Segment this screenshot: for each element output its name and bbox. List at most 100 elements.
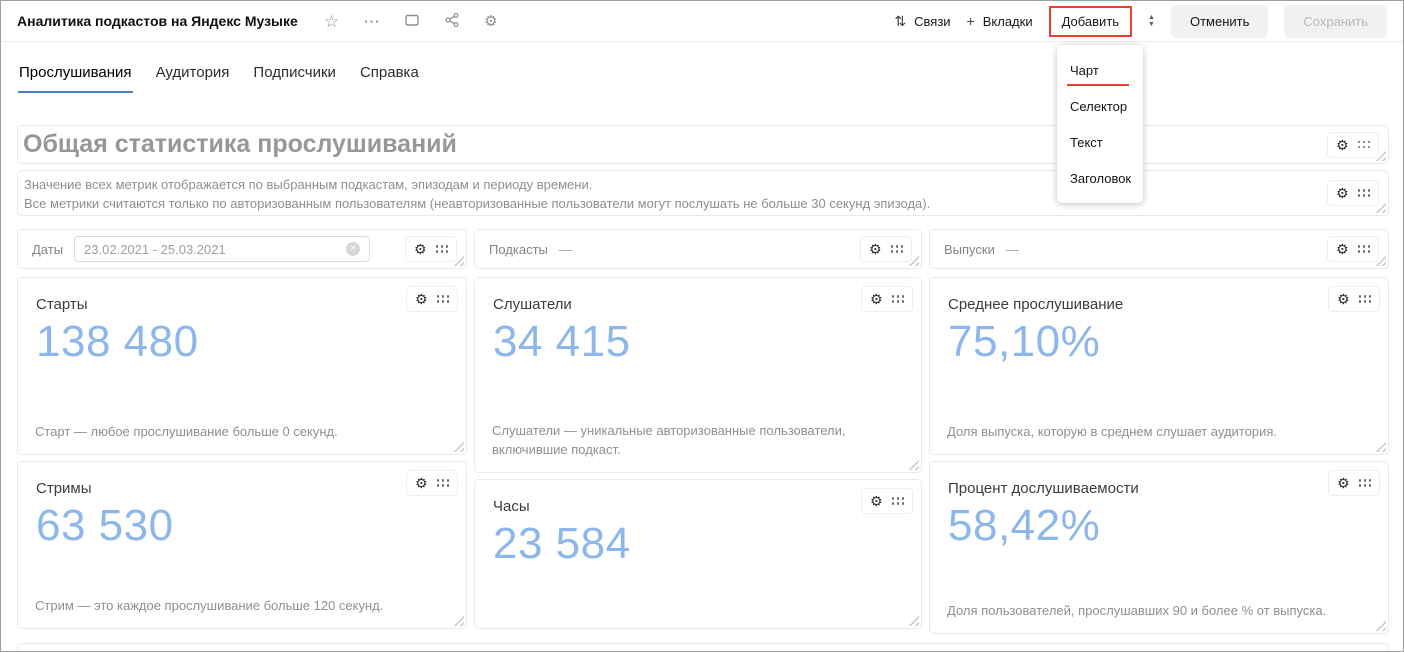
gear-icon[interactable]: ⚙ (414, 242, 427, 256)
metric-caption: Доля выпуска, которую в среднем слушает … (947, 422, 1362, 441)
episodes-value[interactable]: — (1006, 242, 1019, 257)
resize-handle[interactable] (453, 441, 464, 452)
gear-icon[interactable]: ⚙ (1336, 186, 1349, 200)
title-widget: Общая статистика прослушиваний ⚙ (17, 125, 1389, 164)
metric-card-starts: ⚙ Старты 138 480 Старт — любое прослушив… (17, 277, 467, 455)
plus-icon: + (967, 13, 975, 29)
dashboard-tabs: Прослушивания Аудитория Подписчики Справ… (1, 42, 1403, 98)
clear-icon[interactable]: × (346, 242, 360, 256)
drag-handle-icon[interactable] (1358, 141, 1371, 149)
menu-item-chart-label: Чарт (1070, 63, 1099, 78)
menu-item-chart[interactable]: Чарт (1057, 52, 1143, 88)
tab-audience[interactable]: Аудитория (155, 48, 231, 93)
metric-caption: Доля пользователей, прослушавших 90 и бо… (947, 601, 1362, 620)
partial-widget (17, 643, 1389, 652)
drag-handle-icon[interactable] (1359, 479, 1372, 487)
description-text: Значение всех метрик отображается по выб… (18, 171, 1388, 217)
selector-dates: Даты 23.02.2021 - 25.03.2021 × (18, 230, 466, 268)
gear-icon[interactable]: ⚙ (415, 292, 428, 306)
links-button[interactable]: ⇅ Связи (894, 13, 950, 30)
cancel-button[interactable]: Отменить (1171, 5, 1268, 38)
drag-handle-icon[interactable] (1358, 189, 1371, 197)
date-range-input[interactable]: 23.02.2021 - 25.03.2021 × (74, 236, 370, 262)
widget-actions: ⚙ (1327, 132, 1379, 158)
resize-handle[interactable] (1375, 441, 1386, 452)
menu-item-selector-label: Селектор (1070, 99, 1127, 114)
dashboard-heading: Общая статистика прослушиваний (18, 126, 1388, 162)
selector-dates-widget: Даты 23.02.2021 - 25.03.2021 × ⚙ (17, 229, 467, 269)
gear-icon[interactable]: ⚙ (1337, 476, 1350, 490)
resize-handle[interactable] (908, 615, 919, 626)
metric-value: 138 480 (36, 316, 199, 368)
metric-card-listeners: ⚙ Слушатели 34 415 Слушатели — уникальны… (474, 277, 922, 473)
add-tabs-button[interactable]: + Вкладки (967, 13, 1033, 29)
selector-podcasts: Подкасты — (475, 230, 921, 268)
metric-title: Слушатели (493, 296, 572, 313)
gear-icon[interactable]: ⚙ (1337, 292, 1350, 306)
metric-value: 75,10% (948, 316, 1100, 368)
links-label: Связи (914, 14, 950, 29)
drag-handle-icon[interactable] (892, 295, 905, 303)
drag-handle-icon[interactable] (891, 245, 904, 253)
resize-handle[interactable] (453, 615, 464, 626)
gear-icon[interactable]: ⚙ (870, 292, 883, 306)
podcasts-value[interactable]: — (559, 242, 572, 257)
caret-up-icon: ▲ (1148, 14, 1155, 21)
tab-subscribers[interactable]: Подписчики (252, 48, 337, 93)
metric-card-hours: ⚙ Часы 23 584 (474, 479, 922, 629)
metric-value: 23 584 (493, 518, 631, 570)
metric-title: Часы (493, 498, 530, 515)
gear-icon[interactable]: ⚙ (869, 242, 882, 256)
menu-item-title[interactable]: Заголовок (1057, 160, 1143, 196)
metric-title: Стримы (36, 480, 92, 497)
tab-help[interactable]: Справка (359, 48, 420, 93)
podcasts-label: Подкасты (489, 242, 548, 257)
resize-handle[interactable] (1375, 620, 1386, 631)
reorder-icon[interactable]: ▲ ▼ (1148, 14, 1155, 28)
more-icon[interactable]: ⋯ (363, 13, 380, 30)
share-icon[interactable] (444, 12, 460, 31)
drag-handle-icon[interactable] (437, 479, 450, 487)
settings-gear-icon[interactable]: ⚙ (484, 14, 497, 29)
resize-handle[interactable] (908, 459, 919, 470)
metric-card-completion-rate: ⚙ Процент дослушиваемости 58,42% Доля по… (929, 461, 1389, 634)
metric-caption: Старт — любое прослушивание больше 0 сек… (35, 422, 440, 441)
widget-actions: ⚙ (405, 236, 457, 262)
gear-icon[interactable]: ⚙ (415, 476, 428, 490)
gear-icon[interactable]: ⚙ (1336, 242, 1349, 256)
widget-actions: ⚙ (860, 236, 912, 262)
tabs-label: Вкладки (983, 14, 1033, 29)
tab-listens[interactable]: Прослушивания (18, 48, 133, 93)
gear-icon[interactable]: ⚙ (870, 494, 883, 508)
add-button[interactable]: Добавить (1049, 6, 1132, 37)
episodes-label: Выпуски (944, 242, 995, 257)
description-line-1: Значение всех метрик отображается по выб… (24, 175, 1382, 194)
drag-handle-icon[interactable] (437, 295, 450, 303)
selector-episodes-widget: Выпуски — ⚙ (929, 229, 1389, 269)
metric-caption: Стрим — это каждое прослушивание больше … (35, 596, 440, 615)
drag-handle-icon[interactable] (1359, 295, 1372, 303)
metric-card-streams: ⚙ Стримы 63 530 Стрим — это каждое просл… (17, 461, 467, 629)
metric-title: Старты (36, 296, 88, 313)
menu-item-selector[interactable]: Селектор (1057, 88, 1143, 124)
widget-actions: ⚙ (1327, 236, 1379, 262)
metric-value: 58,42% (948, 500, 1100, 552)
drag-handle-icon[interactable] (436, 245, 449, 253)
metric-title: Среднее прослушивание (948, 296, 1123, 313)
drag-handle-icon[interactable] (1358, 245, 1371, 253)
sort-arrows-icon: ⇅ (894, 13, 906, 30)
menu-item-text-label: Текст (1070, 135, 1103, 150)
dates-label: Даты (32, 242, 63, 257)
selector-podcasts-widget: Подкасты — ⚙ (474, 229, 922, 269)
menu-item-text[interactable]: Текст (1057, 124, 1143, 160)
metric-value: 63 530 (36, 500, 174, 552)
gear-icon[interactable]: ⚙ (1336, 138, 1349, 152)
metric-caption: Слушатели — уникальные авторизованные по… (492, 421, 895, 459)
save-button[interactable]: Сохранить (1284, 5, 1387, 38)
widget-actions: ⚙ (1328, 470, 1380, 496)
drag-handle-icon[interactable] (892, 497, 905, 505)
caret-down-icon: ▼ (1148, 21, 1155, 28)
star-icon[interactable]: ☆ (324, 13, 339, 30)
folder-icon[interactable] (404, 12, 420, 31)
widget-actions: ⚙ (1327, 180, 1379, 206)
